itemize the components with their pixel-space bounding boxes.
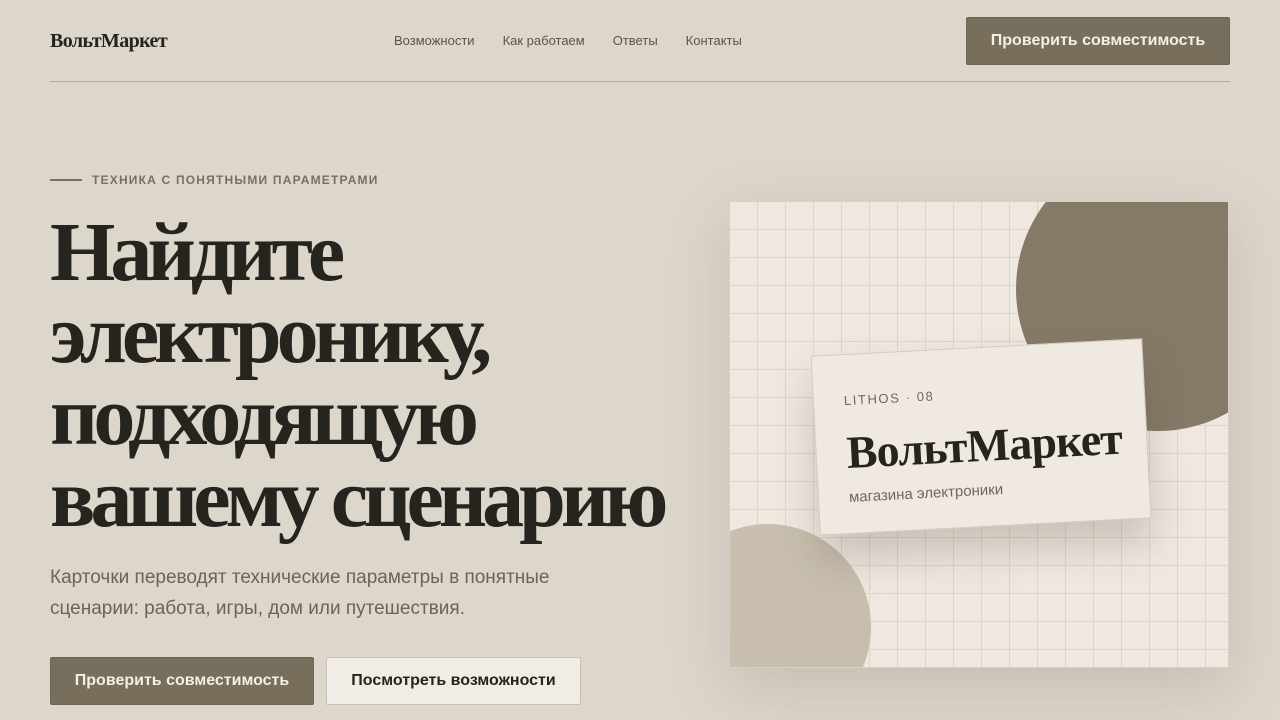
main-nav: Возможности Как работаем Ответы Контакты <box>394 33 742 48</box>
hero-title-line-2: электронику, <box>50 288 492 381</box>
hero-title: Найдите электронику, подходящую вашему с… <box>50 206 690 545</box>
site-header: ВольтМаркет Возможности Как работаем Отв… <box>50 0 1230 82</box>
header-check-compatibility-button[interactable]: Проверить совместимость <box>966 17 1230 65</box>
brand-card: LITHOS · 08 ВольтМаркет магазина электро… <box>810 338 1152 536</box>
brand-card-tag: LITHOS · 08 <box>843 388 935 409</box>
eyebrow-line <box>50 179 82 181</box>
hero-check-compatibility-button[interactable]: Проверить совместимость <box>50 657 314 705</box>
hero-subtitle: Карточки переводят технические параметры… <box>50 567 550 619</box>
nav-link-features[interactable]: Возможности <box>394 33 475 48</box>
nav-link-how-it-works[interactable]: Как работаем <box>503 33 585 48</box>
hero-title-line-3: подходящую <box>50 370 479 463</box>
nav-link-contacts[interactable]: Контакты <box>686 33 742 48</box>
hero-view-features-button[interactable]: Посмотреть возможности <box>326 657 581 705</box>
hero-eyebrow: ТЕХНИКА С ПОНЯТНЫМИ ПАРАМЕТРАМИ <box>50 173 379 187</box>
decorative-circle-light <box>730 524 871 667</box>
nav-link-faq[interactable]: Ответы <box>613 33 658 48</box>
hero-title-line-1: Найдите <box>50 206 345 299</box>
hero-visual: LITHOS · 08 ВольтМаркет магазина электро… <box>729 201 1229 668</box>
logo[interactable]: ВольтМаркет <box>50 30 168 53</box>
eyebrow-text: ТЕХНИКА С ПОНЯТНЫМИ ПАРАМЕТРАМИ <box>92 173 379 187</box>
hero-title-line-4: вашему сценарию <box>50 452 668 545</box>
brand-card-caption: магазина электроники <box>848 480 1004 506</box>
brand-card-title: ВольтМаркет <box>845 412 1124 479</box>
